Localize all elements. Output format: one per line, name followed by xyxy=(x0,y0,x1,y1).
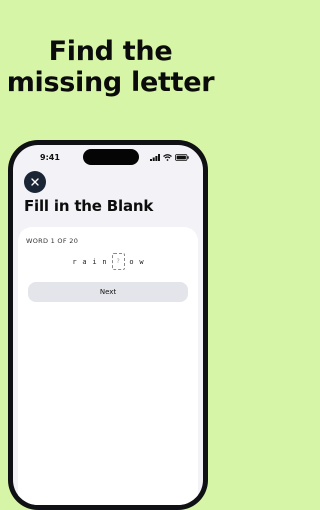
screen-title: Fill in the Blank xyxy=(24,197,154,215)
battery-icon xyxy=(175,154,189,161)
letter-tile: n xyxy=(102,257,107,266)
letter-tile: a xyxy=(82,257,87,266)
letter-tile: o xyxy=(129,257,134,266)
headline-line-1: Find the xyxy=(48,36,173,67)
quiz-card: WORD 1 OF 20 r a i n ? o w Next xyxy=(18,227,198,505)
dynamic-island xyxy=(83,149,139,165)
word-display: r a i n ? o w xyxy=(18,253,198,270)
letter-tile: i xyxy=(92,257,97,266)
close-icon xyxy=(31,178,39,186)
letter-tile: r xyxy=(72,257,77,266)
status-time: 9:41 xyxy=(40,153,60,162)
phone-screen: 9:41 Fill in the Blank WORD 1 OF 20 r a … xyxy=(13,145,203,505)
letter-tile: w xyxy=(139,257,144,266)
next-button[interactable]: Next xyxy=(28,282,188,302)
missing-letter-slot[interactable]: ? xyxy=(111,253,125,270)
status-icons xyxy=(150,154,189,161)
signal-icon xyxy=(150,154,160,161)
word-counter: WORD 1 OF 20 xyxy=(26,237,79,245)
phone-frame: 9:41 Fill in the Blank WORD 1 OF 20 r a … xyxy=(8,140,208,510)
headline-line-2: missing letter xyxy=(6,67,215,98)
close-button[interactable] xyxy=(24,171,46,193)
promo-headline: Find the missing letter xyxy=(0,36,221,98)
wifi-icon xyxy=(163,154,172,161)
